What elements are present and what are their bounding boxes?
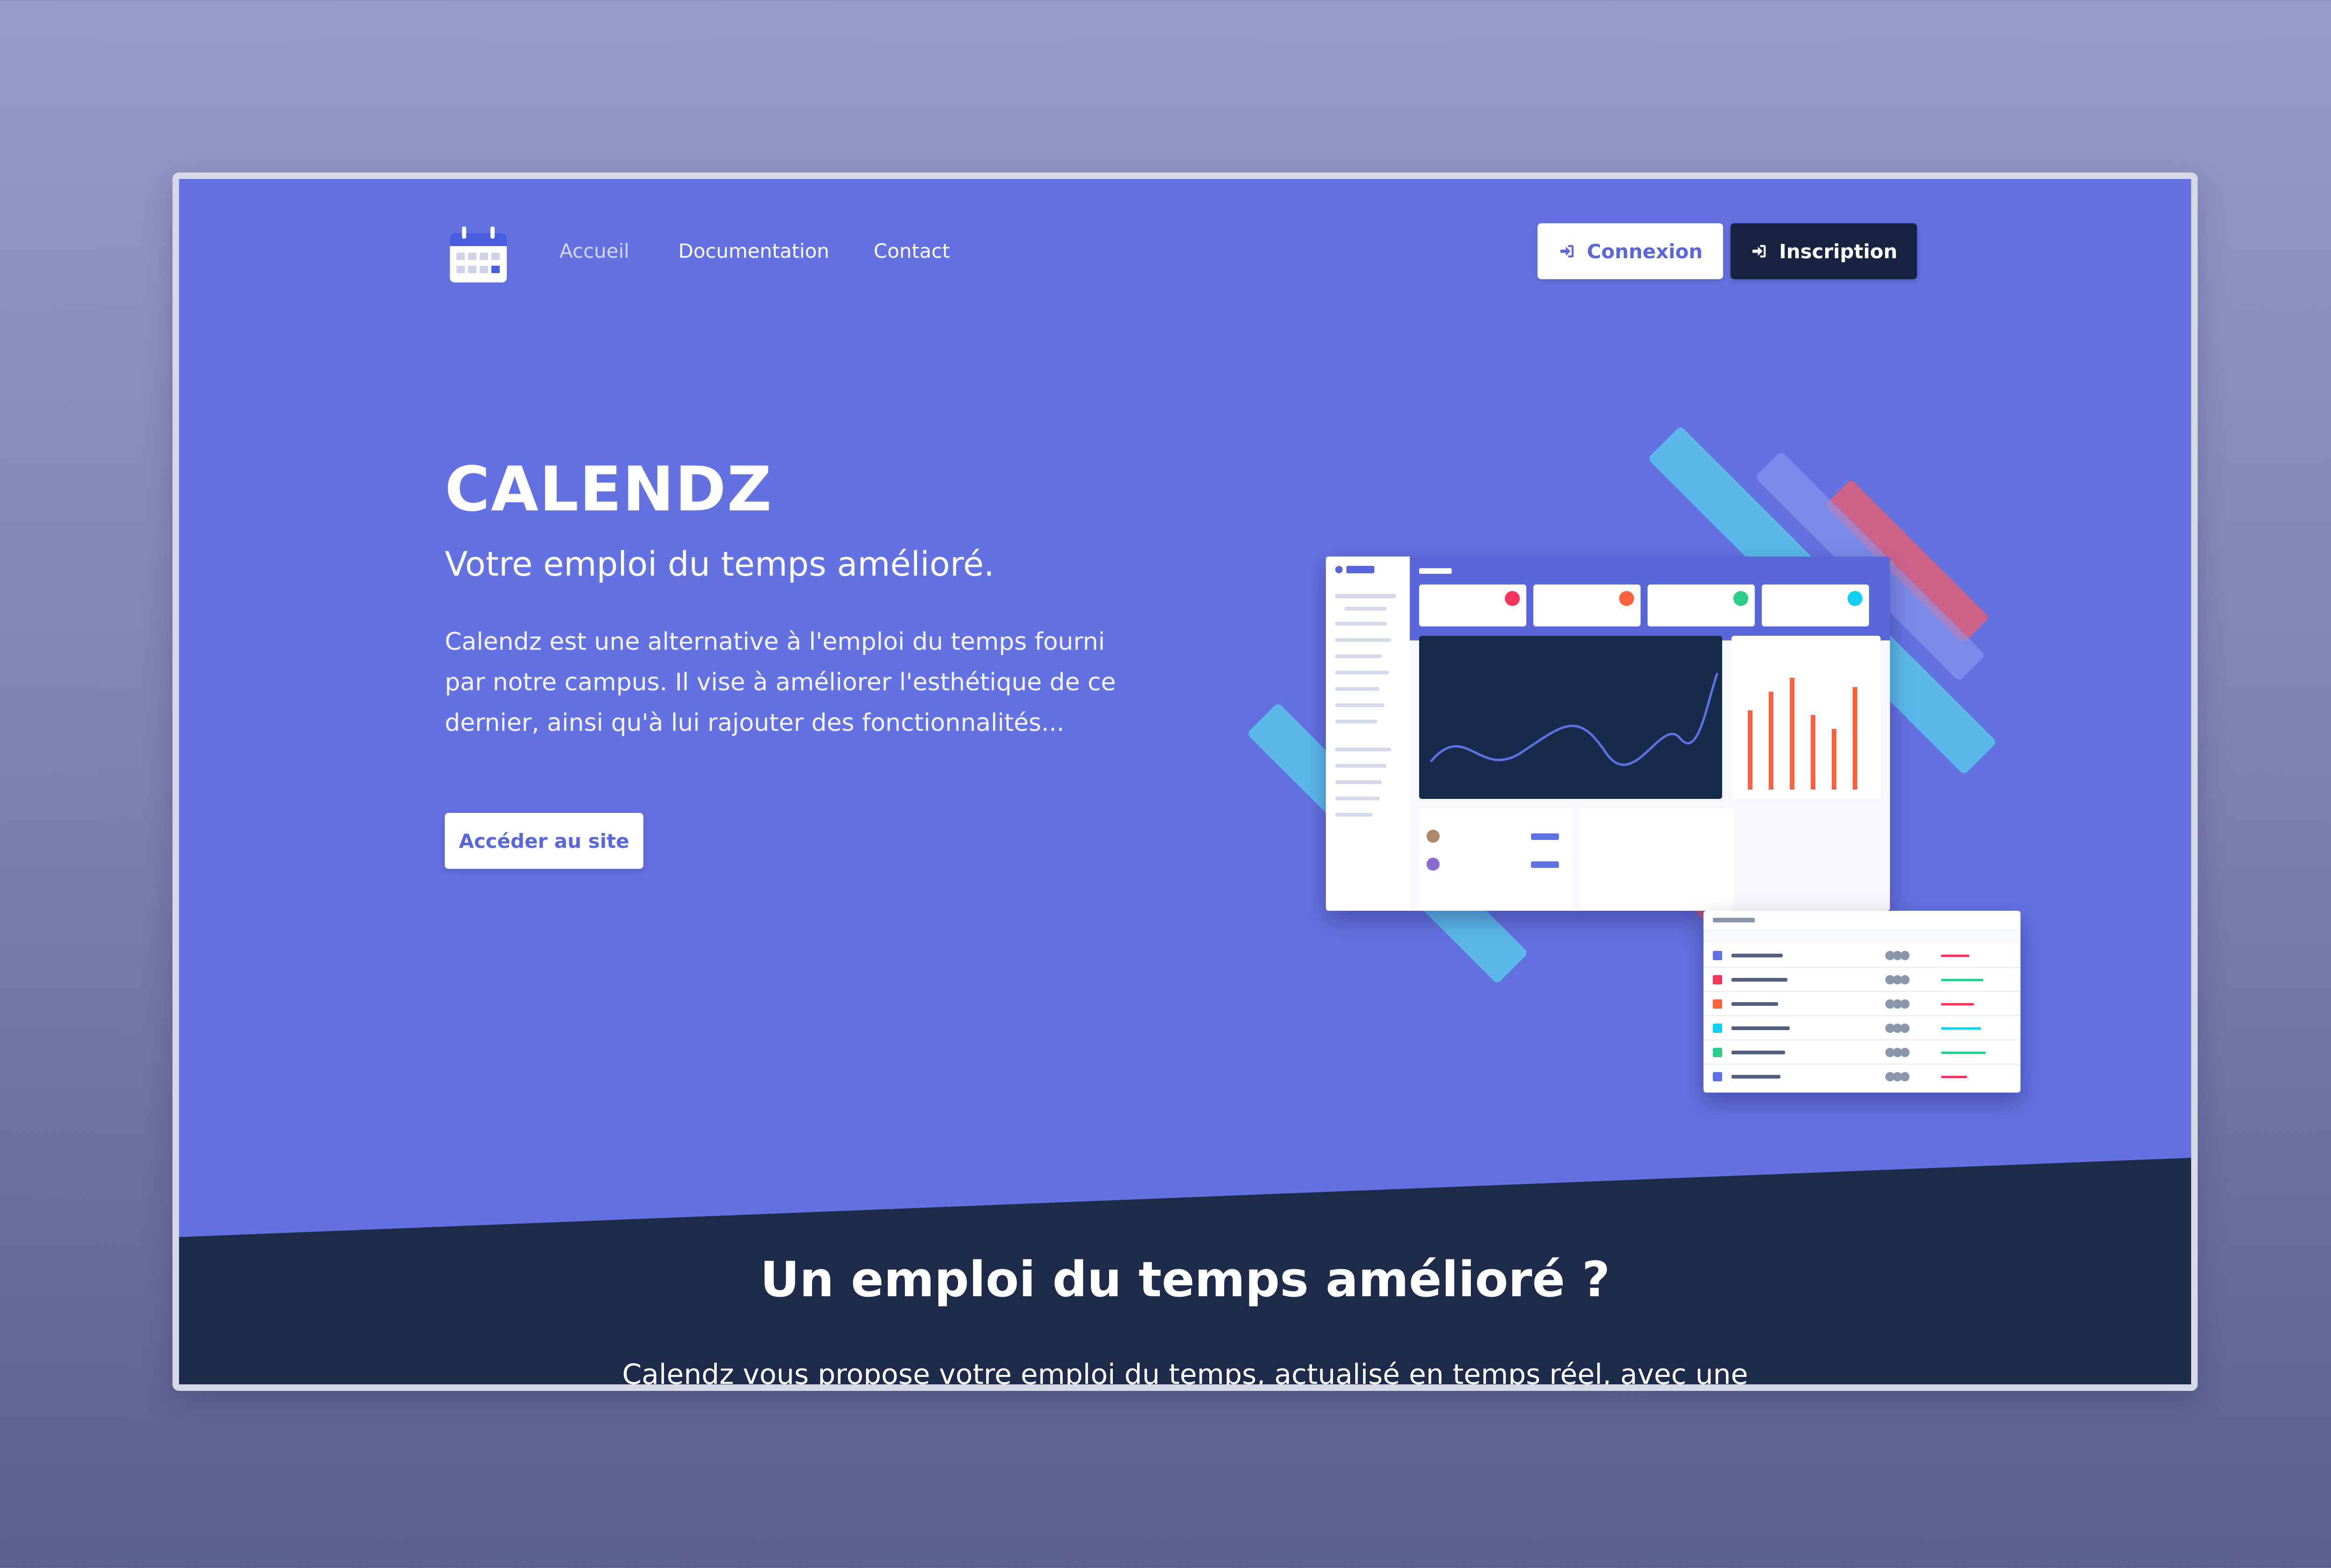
- hero-description: Calendz est une alternative à l'emploi d…: [445, 628, 1116, 737]
- acceder-button[interactable]: Accéder au site: [445, 813, 643, 869]
- sign-in-icon: [1752, 245, 1766, 258]
- inscription-button[interactable]: Inscription: [1731, 223, 1917, 279]
- hero-title: CALENDZ: [445, 454, 773, 525]
- dashboard-preview-image: [1181, 426, 2021, 1093]
- section-title: Un emploi du temps amélioré ?: [760, 1251, 1610, 1308]
- nav-link-contact[interactable]: Contact: [874, 240, 950, 262]
- calendar-icon[interactable]: [448, 224, 509, 284]
- nav-link-documentation[interactable]: Documentation: [678, 240, 829, 262]
- connexion-button[interactable]: Connexion: [1538, 223, 1723, 279]
- browser-window: Accueil Documentation Contact Connexion …: [172, 172, 2198, 1391]
- section-text: Calendz vous propose votre emploi du tem…: [622, 1358, 1748, 1391]
- sign-in-icon: [1560, 245, 1574, 258]
- hero-section: Accueil Documentation Contact Connexion …: [179, 179, 2191, 1384]
- inscription-label: Inscription: [1779, 240, 1897, 263]
- connexion-label: Connexion: [1586, 240, 1703, 263]
- nav-link-accueil[interactable]: Accueil: [559, 240, 629, 262]
- hero-subtitle: Votre emploi du temps amélioré.: [445, 544, 995, 584]
